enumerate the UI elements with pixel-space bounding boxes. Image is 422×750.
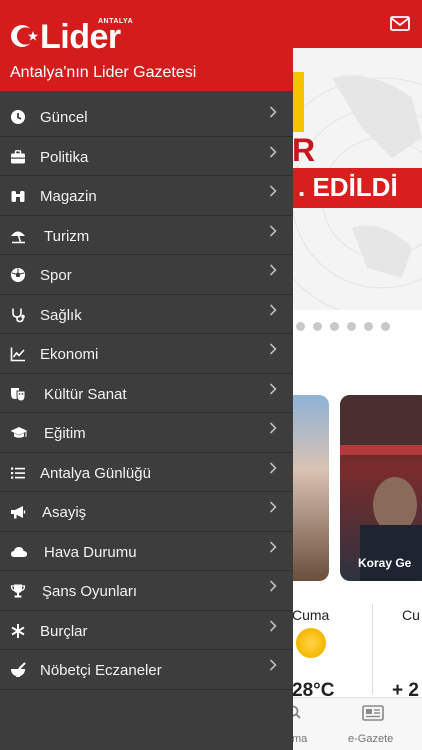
menu-item-kultur-sanat[interactable]: Kültür Sanat: [0, 374, 293, 413]
chevron-right-icon: [269, 106, 277, 118]
soccer-ball-icon: [11, 268, 25, 282]
menu-item-saglik[interactable]: Sağlık: [0, 295, 293, 334]
list-icon: [11, 467, 25, 479]
cloud-icon: [11, 546, 27, 557]
carousel-dot[interactable]: [381, 322, 390, 331]
menu-item-label: Ekonomi: [40, 346, 99, 363]
menu-item-label: Kültür Sanat: [44, 385, 127, 403]
weather-day: Cuma: [292, 607, 330, 623]
menu-item-label: Magazin: [40, 188, 97, 205]
beach-umbrella-icon: [11, 231, 25, 243]
carousel-dot[interactable]: [364, 322, 373, 331]
logo-wordmark: Lider: [40, 18, 121, 56]
chevron-right-icon: [269, 659, 277, 671]
menu-item-turizm[interactable]: Turizm: [0, 216, 293, 255]
weather-day: Cu: [402, 607, 420, 623]
drawer-menu: Güncel Politika Magazin Turizm Spor Sağl…: [0, 97, 293, 690]
stethoscope-icon: [12, 308, 25, 322]
menu-item-asayis[interactable]: Asayiş: [0, 492, 293, 532]
chevron-right-icon: [269, 580, 277, 592]
chevron-right-icon: [269, 461, 277, 474]
menu-item-politika[interactable]: Politika: [0, 137, 293, 176]
menu-item-sans-oyunlari[interactable]: Şans Oyunları: [0, 571, 293, 611]
drawer-header: ANTALYA Lider Antalya'nın Lider Gazetesi: [0, 0, 293, 91]
clock-icon: [11, 110, 25, 124]
asterisk-icon: [11, 623, 25, 638]
headline-banner[interactable]: R . EDİLDİ: [292, 48, 422, 310]
menu-item-guncel[interactable]: Güncel: [0, 97, 293, 137]
menu-item-label: Nöbetçi Eczaneler: [40, 662, 162, 679]
menu-item-ekonomi[interactable]: Ekonomi: [0, 334, 293, 374]
graduation-cap-icon: [10, 427, 28, 438]
chevron-right-icon: [269, 303, 277, 316]
sun-icon: [296, 628, 326, 658]
banner-accent: [292, 72, 304, 132]
story-card[interactable]: [340, 395, 422, 581]
chevron-right-icon: [269, 501, 277, 513]
carousel-dot[interactable]: [330, 322, 339, 331]
chevron-right-icon: [269, 422, 277, 434]
chevron-right-icon: [269, 540, 277, 553]
carousel-dot[interactable]: [313, 322, 322, 331]
menu-item-label: Şans Oyunları: [42, 583, 138, 600]
megaphone-icon: [11, 506, 26, 519]
carousel-dot[interactable]: [347, 322, 356, 331]
person-photo: [340, 395, 422, 581]
mortar-pestle-icon: [11, 662, 26, 677]
bottom-nav-search-label[interactable]: ma: [292, 733, 307, 745]
menu-item-label: Sağlık: [40, 306, 82, 324]
menu-item-label: Hava Durumu: [44, 543, 137, 561]
tagline: Antalya'nın Lider Gazetesi: [10, 64, 197, 81]
newspaper-icon[interactable]: [362, 705, 384, 721]
chevron-right-icon: [269, 619, 277, 632]
menu-item-label: Burçlar: [40, 622, 88, 640]
menu-item-hava-durumu[interactable]: Hava Durumu: [0, 532, 293, 571]
chevron-right-icon: [269, 145, 277, 158]
menu-item-label: Eğitim: [44, 425, 86, 442]
menu-item-label: Güncel: [40, 109, 88, 126]
menu-item-label: Politika: [40, 148, 89, 166]
menu-item-antalya-gunlugu[interactable]: Antalya Günlüğü: [0, 453, 293, 492]
menu-item-nobetci-eczaneler[interactable]: Nöbetçi Eczaneler: [0, 650, 293, 690]
briefcase-icon: [11, 149, 25, 163]
menu-item-egitim[interactable]: Eğitim: [0, 413, 293, 453]
weather-divider: [372, 604, 373, 694]
theater-masks-icon: [11, 387, 26, 402]
carousel-dot[interactable]: [296, 322, 305, 331]
menu-item-label: Turizm: [44, 227, 90, 245]
menu-item-label: Spor: [40, 267, 72, 284]
menu-item-label: Antalya Günlüğü: [40, 464, 151, 482]
chevron-right-icon: [269, 224, 277, 237]
chevron-right-icon: [269, 382, 277, 395]
bottom-nav-egazete-label[interactable]: e-Gazete: [348, 733, 393, 745]
menu-item-spor[interactable]: Spor: [0, 255, 293, 295]
line-chart-icon: [10, 347, 25, 362]
navigation-drawer: ANTALYA Lider Antalya'nın Lider Gazetesi…: [0, 0, 293, 750]
story-card-title: Koray Ge: [358, 556, 412, 570]
menu-item-magazin[interactable]: Magazin: [0, 176, 293, 216]
mail-icon[interactable]: [390, 16, 410, 31]
chevron-right-icon: [269, 264, 277, 276]
menu-item-burclar[interactable]: Burçlar: [0, 611, 293, 650]
chevron-right-icon: [269, 185, 277, 197]
crescent-star-icon: [11, 25, 38, 47]
menu-item-label: Asayiş: [42, 504, 87, 521]
chevron-right-icon: [269, 343, 277, 355]
carousel-indicator: [296, 322, 390, 331]
banner-headline-text: . EDİLDİ: [298, 172, 398, 202]
trophy-icon: [10, 584, 26, 598]
binoculars-icon: [11, 191, 25, 202]
banner-headline-fragment: R: [292, 132, 316, 168]
